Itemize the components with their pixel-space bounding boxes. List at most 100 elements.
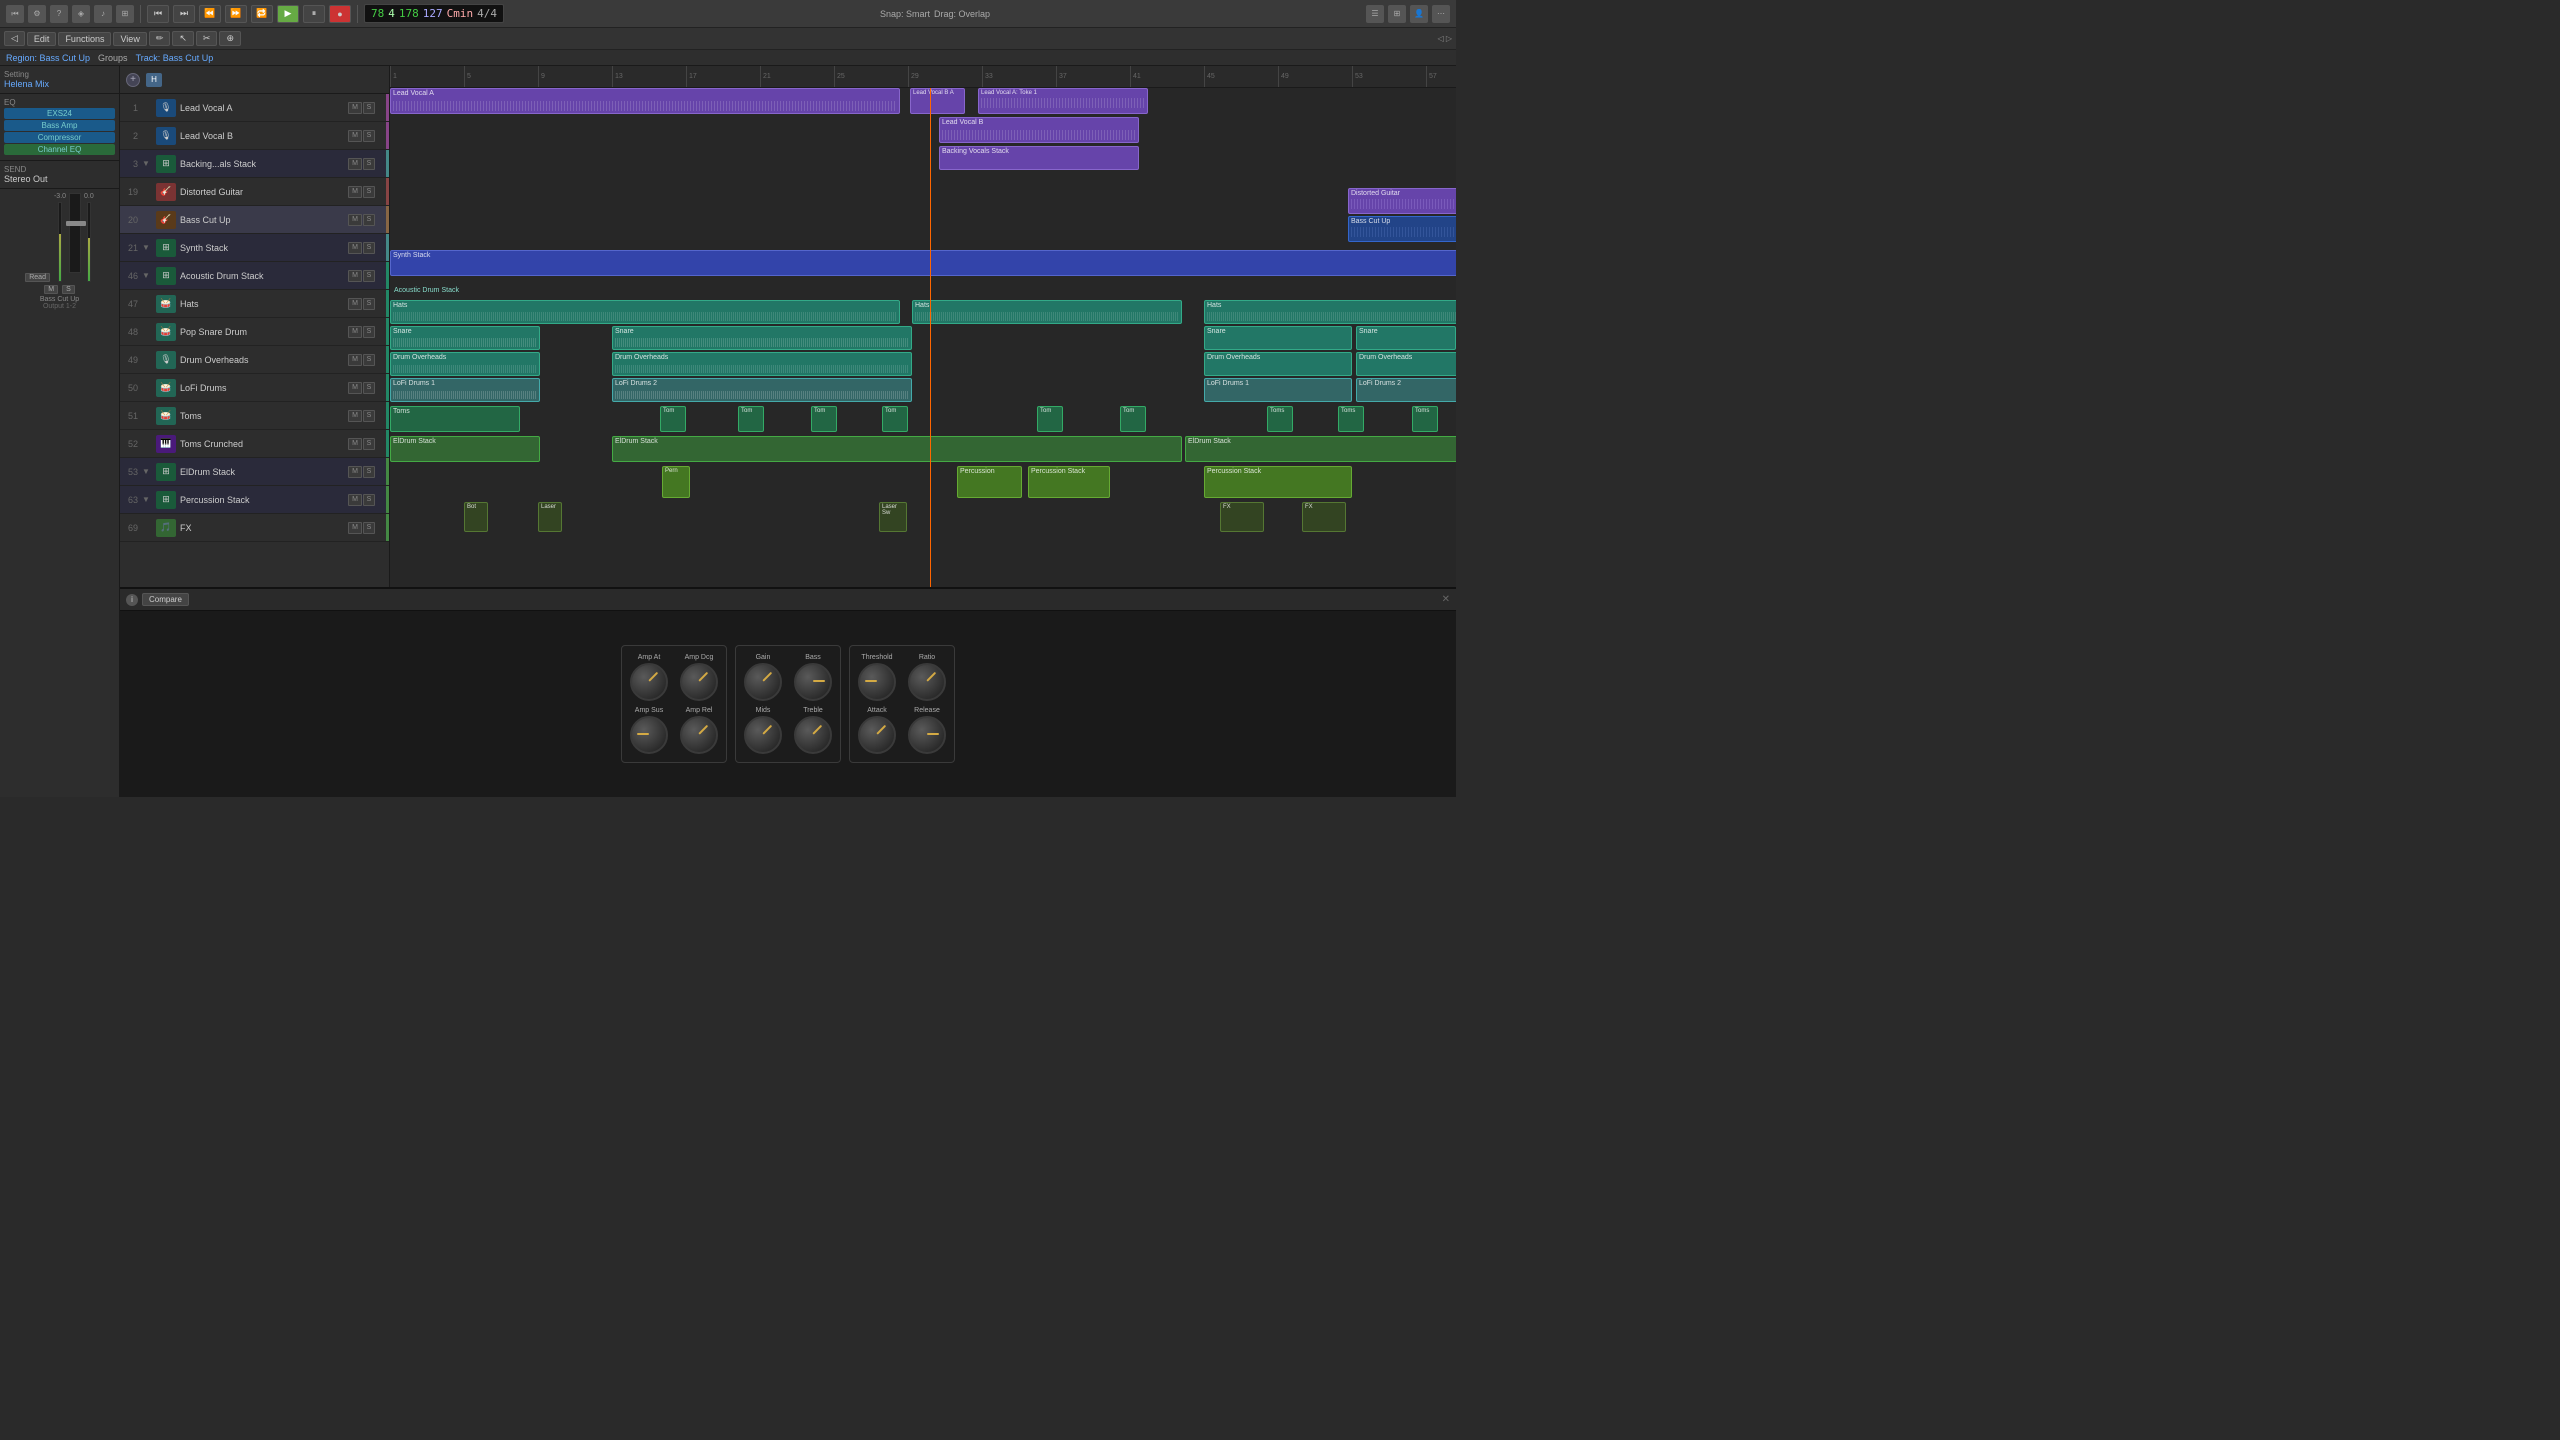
toolbar-user-icon[interactable]: 👤 <box>1410 5 1428 23</box>
clip-toms-10[interactable]: Toms <box>1412 406 1438 432</box>
clip-perc-4[interactable]: Percussion Stack <box>1204 466 1352 498</box>
track-row[interactable]: 69 🎵 FX M S <box>120 514 389 542</box>
clip-overheads-2[interactable]: Drum Overheads <box>612 352 912 376</box>
track-solo-btn[interactable]: S <box>363 298 375 310</box>
clip-backing[interactable]: Backing Vocals Stack <box>939 146 1139 170</box>
track-mute-btn[interactable]: M <box>348 242 362 254</box>
clip-toms-9[interactable]: Toms <box>1338 406 1364 432</box>
clip-snare-1[interactable]: Snare <box>390 326 540 350</box>
track-row[interactable]: 49 🎙 Drum Overheads M S <box>120 346 389 374</box>
clip-toms-8[interactable]: Toms <box>1267 406 1293 432</box>
track-row[interactable]: 51 🥁 Toms M S <box>120 402 389 430</box>
clip-distorted-guitar[interactable]: Distorted Guitar <box>1348 188 1456 214</box>
track-solo-btn[interactable]: S <box>363 102 375 114</box>
track-solo-btn[interactable]: S <box>363 438 375 450</box>
clip-eldrum-2[interactable]: ElDrum Stack <box>612 436 1182 462</box>
knob-ratio[interactable] <box>908 663 946 701</box>
clip-overheads-3[interactable]: Drum Overheads <box>1204 352 1352 376</box>
track-solo-btn[interactable]: S <box>363 382 375 394</box>
clip-fx-3[interactable]: Laser Sw <box>879 502 907 532</box>
knob-treble[interactable] <box>794 716 832 754</box>
knob-mids[interactable] <box>744 716 782 754</box>
track-mute-btn[interactable]: M <box>348 438 362 450</box>
transport-ffw[interactable]: ⏩ <box>225 5 247 23</box>
clip-lofi-4[interactable]: LoFi Drums 2 <box>1356 378 1456 402</box>
track-mute-btn[interactable]: M <box>348 466 362 478</box>
toolbar-more-icon[interactable]: ⋯ <box>1432 5 1450 23</box>
knob-attack[interactable] <box>858 716 896 754</box>
fader-track[interactable] <box>69 193 81 273</box>
toolbar-plugin-icon[interactable]: ⊞ <box>116 5 134 23</box>
knob-gain[interactable] <box>744 663 782 701</box>
bass-amp-btn[interactable]: Bass Amp <box>4 120 115 131</box>
track-row[interactable]: 50 🥁 LoFi Drums M S <box>120 374 389 402</box>
clip-toms-4[interactable]: Tom <box>811 406 837 432</box>
stb-edit[interactable]: Edit <box>27 32 57 46</box>
track-solo-btn[interactable]: S <box>363 214 375 226</box>
track-solo-btn[interactable]: S <box>363 410 375 422</box>
h-icon[interactable]: H <box>146 73 162 87</box>
clip-overheads-4[interactable]: Drum Overheads <box>1356 352 1456 376</box>
track-solo-btn[interactable]: S <box>363 522 375 534</box>
transport-rew[interactable]: ⏪ <box>199 5 221 23</box>
track-mute-btn[interactable]: M <box>348 410 362 422</box>
clip-fx-2[interactable]: Laser <box>538 502 562 532</box>
clip-fx-4[interactable]: FX <box>1220 502 1264 532</box>
knob-threshold[interactable] <box>858 663 896 701</box>
transport-loop[interactable]: 🔁 <box>251 5 273 23</box>
track-mute-btn[interactable]: M <box>348 522 362 534</box>
track-expand-icon[interactable]: ▼ <box>142 243 156 252</box>
toolbar-list-icon[interactable]: ☰ <box>1366 5 1384 23</box>
stb-pointer[interactable]: ↖ <box>172 31 194 46</box>
track-mute-btn[interactable]: M <box>348 270 362 282</box>
clip-toms-3[interactable]: Tom <box>738 406 764 432</box>
clip-eldrum-3[interactable]: ElDrum Stack <box>1185 436 1456 462</box>
clip-bass-cut-up[interactable]: Bass Cut Up <box>1348 216 1456 242</box>
clip-toms-5[interactable]: Tom <box>882 406 908 432</box>
clip-lofi-1[interactable]: LoFi Drums 1 <box>390 378 540 402</box>
clip-hats-3[interactable]: Hats <box>1204 300 1456 324</box>
add-track-btn[interactable]: + <box>126 73 140 87</box>
read-btn[interactable]: Read <box>25 273 50 282</box>
track-solo-btn[interactable]: S <box>363 466 375 478</box>
track-solo-btn[interactable]: S <box>363 242 375 254</box>
clip-perc-3[interactable]: Percussion Stack <box>1028 466 1110 498</box>
knob-amp-sus[interactable] <box>630 716 668 754</box>
fader-thumb[interactable] <box>66 221 86 226</box>
exs-btn[interactable]: EXS24 <box>4 108 115 119</box>
track-mute-btn[interactable]: M <box>348 354 362 366</box>
track-solo-btn[interactable]: S <box>363 158 375 170</box>
clip-toms-1[interactable]: Toms <box>390 406 520 432</box>
solo-btn[interactable]: S <box>62 285 75 294</box>
stb-scissors[interactable]: ✂ <box>196 31 218 46</box>
knob-amp-rel[interactable] <box>680 716 718 754</box>
mute-btn[interactable]: M <box>44 285 58 294</box>
toolbar-help-icon[interactable]: ? <box>50 5 68 23</box>
clip[interactable]: Lead Vocal B <box>939 117 1139 143</box>
clip-lofi-3[interactable]: LoFi Drums 1 <box>1204 378 1352 402</box>
transport-pause[interactable]: ⏸ <box>303 5 325 23</box>
toolbar-cpu-icon[interactable]: ◈ <box>72 5 90 23</box>
clip-snare-2[interactable]: Snare <box>612 326 912 350</box>
compressor-btn[interactable]: Compressor <box>4 132 115 143</box>
clip-fx-5[interactable]: FX <box>1302 502 1346 532</box>
stb-back[interactable]: ◁ <box>4 31 25 46</box>
stb-view[interactable]: View <box>113 32 146 46</box>
track-row[interactable]: 19 🎸 Distorted Guitar M S <box>120 178 389 206</box>
stb-zoom[interactable]: ⊕ <box>219 31 241 46</box>
knob-bass[interactable] <box>794 663 832 701</box>
clip-synth-stack[interactable]: Synth Stack <box>390 250 1456 276</box>
track-solo-btn[interactable]: S <box>363 186 375 198</box>
track-solo-btn[interactable]: S <box>363 270 375 282</box>
track-mute-btn[interactable]: M <box>348 214 362 226</box>
toolbar-search-icon[interactable]: ⊞ <box>1388 5 1406 23</box>
clip[interactable]: Lead Vocal A <box>390 88 900 114</box>
channel-eq-btn[interactable]: Channel EQ <box>4 144 115 155</box>
transport-play-end[interactable]: ⏭ <box>173 5 195 23</box>
track-mute-btn[interactable]: M <box>348 130 362 142</box>
clip-lofi-2[interactable]: LoFi Drums 2 <box>612 378 912 402</box>
track-row[interactable]: 48 🥁 Pop Snare Drum M S <box>120 318 389 346</box>
track-row-group[interactable]: 63 ▼ ⊞ Percussion Stack M S <box>120 486 389 514</box>
track-expand-icon[interactable]: ▼ <box>142 271 156 280</box>
track-expand-icon[interactable]: ▼ <box>142 495 156 504</box>
